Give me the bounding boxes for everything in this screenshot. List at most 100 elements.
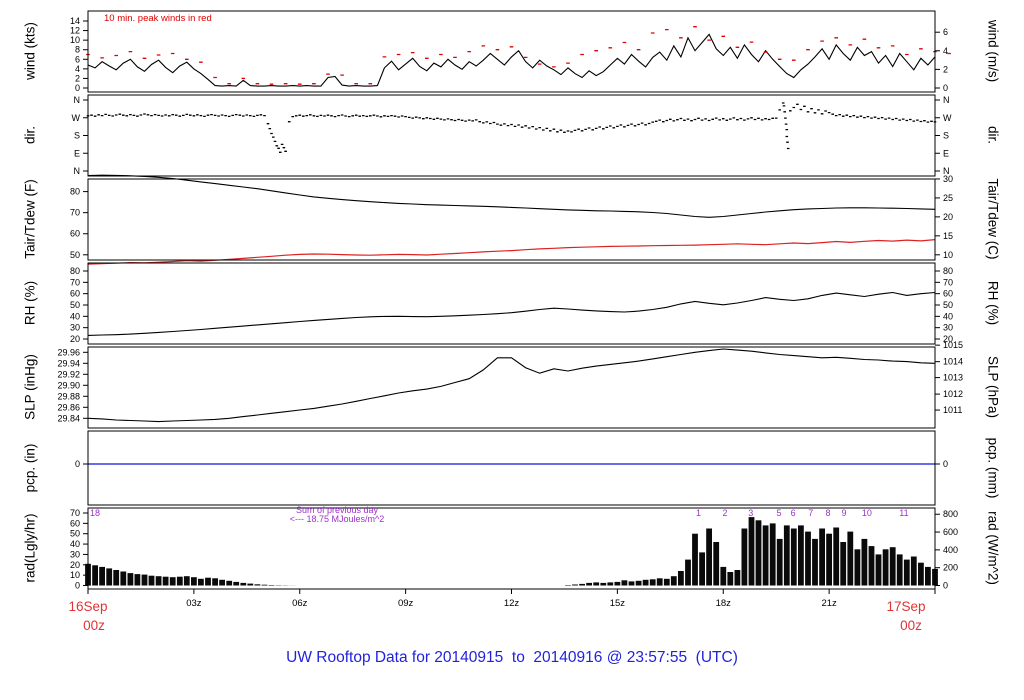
rad-hour-marker: 6 (791, 508, 796, 518)
tick-label: S (74, 131, 80, 141)
rad-bar (106, 568, 113, 586)
wind-direction-streaks (268, 105, 790, 153)
rad-bar (92, 565, 98, 586)
rad-bar (148, 575, 155, 586)
tick-label: 29.88 (57, 391, 80, 401)
tick-label: 70 (70, 277, 80, 287)
panel-border (87, 262, 936, 345)
x-axis-start-date: 16Sep (68, 599, 108, 614)
rad-bar (198, 578, 204, 586)
rad-bar (727, 572, 734, 586)
rad-bar (762, 525, 769, 586)
rad-bar (670, 576, 677, 586)
panel-border (87, 10, 936, 93)
rad-bar (910, 556, 917, 586)
rad-bar (191, 577, 197, 586)
rad-bar (649, 579, 656, 586)
x-tick-label: 15z (610, 598, 626, 609)
rad-hour-marker: 3 (748, 508, 753, 518)
rad-bar (155, 576, 162, 586)
rad-bar (656, 578, 663, 586)
rad-bar (261, 584, 268, 586)
tick-label: W (72, 113, 81, 123)
y-axis-label-slp-left: SLP (inHg) (22, 354, 38, 420)
rad-bar (99, 566, 105, 586)
rad-bar (903, 559, 910, 586)
rad-hour-marker: 7 (808, 508, 813, 518)
rad-bar (783, 525, 790, 586)
y-axis-label-rad-left: rad(Lgly/hr) (22, 513, 38, 583)
x-tick-label: 18z (716, 598, 732, 609)
rad-bar (219, 579, 225, 586)
x-axis: 03z 06z 09z 12z 15z 18z 21z (87, 589, 936, 609)
tick-label: 1013 (943, 373, 963, 383)
tick-label: 40 (943, 311, 953, 321)
tick-label: W (943, 113, 952, 123)
tick-label: 70 (70, 508, 80, 518)
rad-bar (918, 562, 924, 586)
rad-bar (226, 580, 233, 586)
y-axis-label-rad-right: rad (W/m^2) (985, 511, 1001, 585)
rad-hour-marker: 5 (777, 508, 782, 518)
peak-winds-note: 10 min. peak winds in red (104, 13, 212, 24)
tick-label: 6 (75, 54, 80, 64)
tick-label: 29.90 (57, 380, 80, 390)
tick-label: 29.84 (57, 413, 80, 423)
rad-bar (233, 581, 240, 586)
tick-label: 60 (70, 289, 80, 299)
rad-bar (699, 552, 705, 586)
rad-bar (769, 523, 776, 586)
tick-label: 50 (70, 250, 80, 260)
y-axis-label-rh-left: RH (%) (22, 280, 38, 326)
rad-bar (586, 582, 592, 586)
rad-bar (798, 525, 804, 586)
tick-label: 25 (943, 193, 953, 203)
rad-bar (162, 576, 169, 586)
tick-label: 10 (943, 250, 953, 260)
tick-label: 30 (70, 323, 80, 333)
rad-hour-marker: 1 (696, 508, 701, 518)
rad-bar (734, 570, 741, 586)
tick-label: 1012 (943, 389, 963, 399)
rad-bar (663, 578, 670, 586)
y-axis-label-slp-right: SLP (hPa) (985, 355, 1001, 419)
tick-label: 29.92 (57, 369, 80, 379)
panel-pcp: 00 (75, 430, 948, 506)
rad-bar (169, 577, 176, 586)
rad-bar (868, 546, 875, 586)
rad-bar (183, 576, 190, 586)
tick-label: 60 (943, 289, 953, 299)
figure-title: UW Rooftop Data for 20140915 to 20140916… (286, 649, 738, 666)
rh-line (87, 291, 936, 336)
panel-rh: 2030405060708020304050607080 (70, 262, 953, 345)
tick-label: 50 (70, 529, 80, 539)
rad-bar (205, 577, 211, 586)
rad-bar (141, 574, 148, 586)
tick-label: 29.86 (57, 402, 80, 412)
tick-label: 14 (70, 16, 80, 26)
y-axis-label-wind-right: wind (m/s) (985, 19, 1001, 83)
tick-label: E (943, 148, 949, 158)
tick-label: 8 (75, 45, 80, 55)
tick-label: 20 (70, 334, 80, 344)
rad-bar (176, 576, 183, 586)
rad-bar (134, 574, 141, 586)
rad-bar (720, 566, 727, 586)
meteogram-plot: 024681012140246NWSENNWSEN506070801015202… (57, 10, 963, 609)
tick-label: 6 (943, 27, 948, 37)
rad-bar (875, 554, 882, 586)
tick-label: 10 (70, 35, 80, 45)
panel-border (87, 346, 936, 429)
rad-sum-note-line2: <--- 18.75 MJoules/m^2 (289, 514, 385, 524)
y-axis-label-dir-left: dir. (22, 125, 38, 145)
tick-label: 29.96 (57, 347, 80, 357)
y-axis-label-dir-right: dir. (985, 125, 1001, 145)
rad-hour-marker: 11 (899, 508, 908, 518)
rad-bar (790, 528, 797, 586)
rad-bar (621, 580, 628, 586)
tick-label: 20 (70, 560, 80, 570)
rad-bar (819, 528, 825, 586)
tick-label: 70 (70, 208, 80, 218)
y-axis-label-pcp-left: pcp. (in) (22, 443, 38, 493)
tick-label: 40 (70, 539, 80, 549)
